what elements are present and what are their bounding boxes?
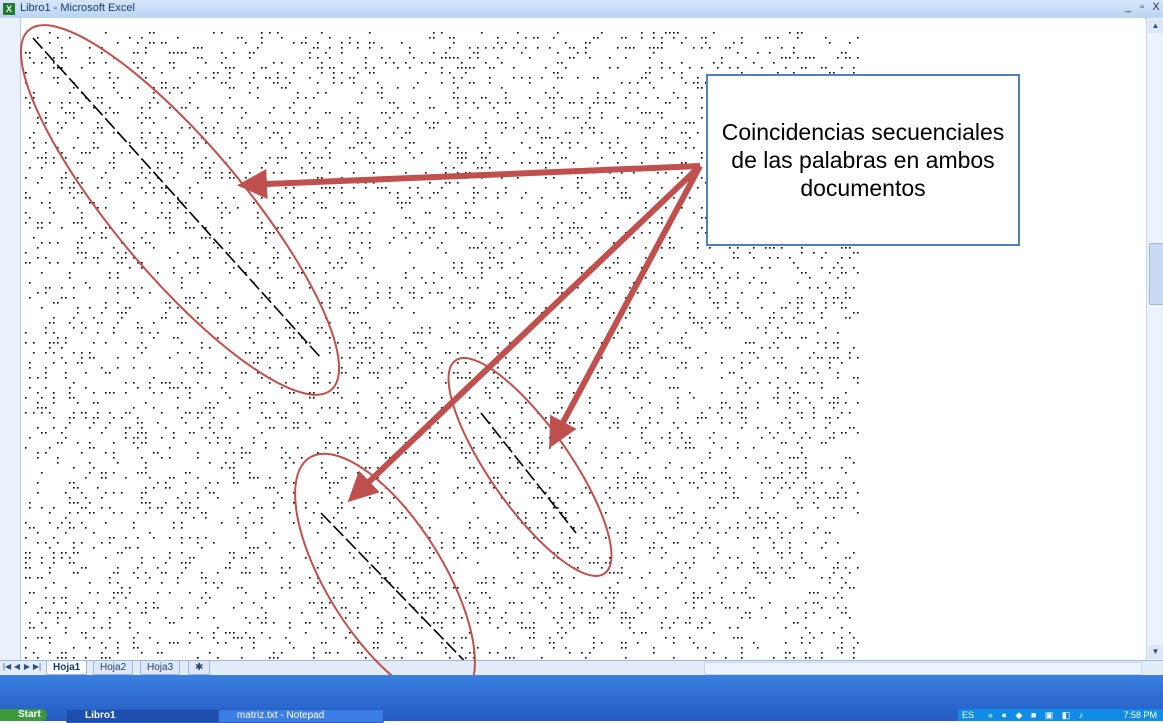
prev-sheet-icon[interactable]: ◀ xyxy=(12,662,22,671)
clock: 7:58 PM xyxy=(1123,710,1157,720)
callout-text: Coincidencias secuenciales de las palabr… xyxy=(721,119,1005,201)
tray-icons[interactable]: « ● ◆ ■ ▣ ◧ ♪ xyxy=(988,709,1086,721)
tab-hoja2[interactable]: Hoja2 xyxy=(93,661,134,675)
system-tray: ES « ● ◆ ■ ▣ ◧ ♪ 7:58 PM xyxy=(958,709,1163,721)
sheet-tabs-bar: |◀ ◀ ▶ ▶| Hoja1 Hoja2 Hoja3 ✱ xyxy=(0,660,1163,675)
vertical-scrollbar[interactable]: ▲ ▼ xyxy=(1146,18,1163,660)
language-indicator[interactable]: ES xyxy=(962,709,974,721)
scroll-thumb[interactable] xyxy=(1149,243,1163,305)
scroll-down-icon[interactable]: ▼ xyxy=(1148,645,1163,659)
first-sheet-icon[interactable]: |◀ xyxy=(2,662,12,671)
scroll-up-icon[interactable]: ▲ xyxy=(1148,19,1163,33)
close-button[interactable]: X xyxy=(1149,1,1163,13)
tab-hoja3[interactable]: Hoja3 xyxy=(140,661,181,675)
tab-hoja1[interactable]: Hoja1 xyxy=(46,661,88,675)
next-sheet-icon[interactable]: ▶ xyxy=(22,662,32,671)
minimize-button[interactable]: _ xyxy=(1121,1,1135,13)
start-button[interactable]: Start xyxy=(0,709,47,721)
insert-sheet-icon[interactable]: ✱ xyxy=(188,661,211,675)
row-header-column[interactable] xyxy=(0,18,21,660)
last-sheet-icon[interactable]: ▶| xyxy=(32,662,42,671)
diagonal-match-line-2 xyxy=(480,412,577,534)
excel-icon[interactable]: X xyxy=(3,3,15,15)
title-bar: X Libro1 - Microsoft Excel _ ▫ X xyxy=(0,0,1163,19)
window-title: Libro1 - Microsoft Excel xyxy=(20,2,135,14)
callout-box: Coincidencias secuenciales de las palabr… xyxy=(706,74,1020,246)
horizontal-scrollbar[interactable] xyxy=(704,662,1142,675)
taskbar: Start Libro1 matriz.txt - Notepad ES « ●… xyxy=(0,675,1163,723)
restore-button[interactable]: ▫ xyxy=(1135,1,1149,13)
